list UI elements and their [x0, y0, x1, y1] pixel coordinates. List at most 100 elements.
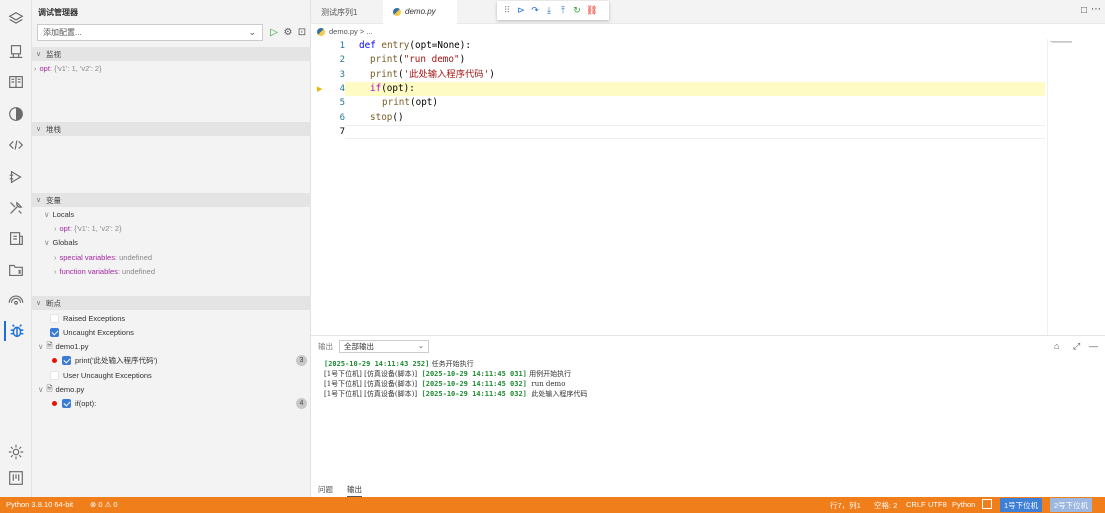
split-editor-icon[interactable]: □ — [1081, 5, 1087, 16]
special-variables-value: undefined — [119, 253, 153, 262]
output-channel-select[interactable]: 全部输出 ⌄ — [339, 340, 429, 353]
code-icon[interactable] — [6, 135, 26, 155]
layout-toggle-icon[interactable] — [982, 499, 992, 509]
user-uncaught-exceptions-row[interactable]: User Uncaught Exceptions — [50, 369, 152, 382]
breakpoint-file-demo[interactable]: ∨ 🗎 demo.py — [38, 383, 84, 396]
function-variables-key: function variables — [59, 267, 118, 276]
function-variables-row[interactable]: › function variables: undefined — [54, 265, 155, 278]
drag-handle-icon[interactable]: ⠿ — [502, 5, 512, 16]
layers-icon[interactable] — [6, 9, 26, 29]
breakpoint-2-checkbox[interactable] — [62, 399, 71, 408]
code-editor[interactable]: ▶ 1 2 3 4 5 6 7 def entry(opt=None): pri… — [311, 39, 1105, 335]
lock-icon[interactable]: ⌂ — [1054, 341, 1059, 351]
log-line-2: [1号下位机] [仿真设备(脚本)] [2025-10-29 14:11:45 … — [324, 370, 572, 378]
restart-icon[interactable]: ↻ — [572, 5, 582, 16]
problems-count[interactable]: ⊗ 0 ⚠ 0 — [90, 500, 118, 509]
log-line-3: [1号下位机] [仿真设备(脚本)] [2025-10-29 14:11:45 … — [324, 380, 566, 388]
uncaught-exceptions-row[interactable]: Uncaught Exceptions — [50, 326, 134, 339]
editor-tab-bar: 测试序列1 demo.py □ ⋯ — [311, 0, 1105, 24]
breakpoint-1-label: print('此处输入程序代码') — [75, 356, 158, 365]
step-into-icon[interactable]: ⤓ — [544, 5, 554, 16]
breakpoint-file-demo1[interactable]: ∨ 🗎 demo1.py — [38, 340, 88, 353]
folder-icon[interactable] — [6, 260, 26, 280]
minimize-icon[interactable]: — — [1089, 341, 1098, 351]
python-interpreter[interactable]: Python 3.8.10 64-bit — [6, 500, 73, 509]
device-1-button[interactable]: 1号下位机 — [1000, 498, 1043, 512]
settings-gear-icon[interactable] — [6, 442, 26, 462]
locals-scope[interactable]: ∨ Locals — [44, 208, 74, 221]
stack-section-header[interactable]: ∨ 堆栈 — [32, 122, 311, 136]
indentation[interactable]: 空格: 2 — [874, 500, 897, 511]
log-line-1: [2025-10-29 14:11:43 252] 任务开始执行 — [324, 360, 474, 368]
breadcrumb-file[interactable]: demo.py — [329, 27, 358, 36]
language-mode[interactable]: Python — [952, 500, 975, 509]
activity-bar — [0, 0, 32, 497]
breakpoints-section-header[interactable]: ∨ 断点 — [32, 296, 311, 310]
user-uncaught-checkbox[interactable] — [50, 371, 59, 380]
more-actions-icon[interactable]: ⋯ — [1091, 4, 1101, 15]
debug-toolbar: ⠿ ⊳ ↷ ⤓ ⤒ ↻ ⛓ — [497, 1, 609, 20]
chevron-right-icon: › — [54, 224, 57, 233]
breakpoint-dot-icon — [52, 358, 57, 363]
breakpoint-row-2[interactable]: if(opt): 4 — [52, 397, 311, 410]
chevron-down-icon: ⌄ — [417, 341, 424, 350]
start-debug-icon[interactable]: ▷ — [267, 25, 281, 39]
line-number: 6 — [339, 112, 345, 123]
tools-icon[interactable] — [6, 198, 26, 218]
launch-config-select[interactable]: 添加配置... ⌄ — [37, 24, 263, 41]
book-icon[interactable] — [6, 72, 26, 92]
watch-section-header[interactable]: ∨ 监视 — [32, 47, 311, 61]
raised-exceptions-checkbox[interactable] — [50, 314, 59, 323]
step-over-icon[interactable]: ↷ — [530, 5, 540, 16]
panel-tabs: 问题 输出 — [318, 484, 362, 497]
breadcrumb-rest[interactable]: > ... — [360, 27, 373, 36]
tab-problems[interactable]: 问题 — [318, 484, 333, 497]
contrast-icon[interactable] — [6, 104, 26, 124]
chevron-down-icon: ∨ — [36, 51, 42, 58]
tab-demo-py-label: demo.py — [405, 7, 436, 16]
disconnect-icon[interactable]: ⛓ — [586, 5, 597, 16]
uncaught-exceptions-checkbox[interactable] — [50, 328, 59, 337]
cursor-position[interactable]: 行7，列1 — [830, 500, 861, 511]
chevron-down-icon: ∨ — [44, 238, 50, 247]
minimap[interactable] — [1047, 39, 1104, 335]
watch-item[interactable]: › opt: {'v1': 1, 'v2': 2} — [34, 62, 102, 75]
code-line-5: print(opt) — [382, 97, 438, 109]
tab-output[interactable]: 输出 — [347, 484, 362, 497]
device-2-button[interactable]: 2号下位机 — [1050, 498, 1093, 512]
gear-icon[interactable]: ⚙ — [281, 25, 295, 39]
local-variable-row[interactable]: › opt: {'v1': 1, 'v2': 2} — [54, 222, 122, 235]
file-icon: 🗎 — [46, 341, 53, 350]
step-out-icon[interactable]: ⤒ — [558, 5, 568, 16]
output-channel-value: 全部输出 — [344, 342, 374, 351]
variables-section-header[interactable]: ∨ 变量 — [32, 193, 311, 207]
python-file-icon — [317, 27, 325, 36]
breakpoint-row-1[interactable]: print('此处输入程序代码') 3 — [52, 354, 311, 367]
terminal-icon[interactable]: ⊡ — [295, 25, 309, 39]
line-ending[interactable]: CRLF — [906, 500, 926, 509]
breakpoint-file2-label: demo.py — [55, 385, 85, 394]
user-install-icon[interactable] — [6, 42, 26, 62]
run-tests-icon[interactable] — [6, 167, 26, 187]
code-line-2: print("run demo") — [370, 54, 466, 66]
raised-exceptions-row[interactable]: Raised Exceptions — [50, 312, 125, 325]
maximize-icon[interactable]: ⤢ — [1073, 341, 1080, 352]
user-uncaught-label: User Uncaught Exceptions — [63, 371, 152, 380]
code-line-3: print('此处输入程序代码') — [370, 68, 495, 80]
watch-item-value: {'v1': 1, 'v2': 2} — [54, 64, 102, 73]
tab-test-sequence[interactable]: 测试序列1 — [311, 0, 367, 24]
broadcast-icon[interactable] — [6, 291, 26, 311]
tab-demo-py[interactable]: demo.py — [383, 0, 457, 24]
globals-scope[interactable]: ∨ Globals — [44, 236, 78, 249]
breakpoint-1-checkbox[interactable] — [62, 356, 71, 365]
current-execution-line-highlight — [345, 81, 1045, 97]
tab-test-sequence-label: 测试序列1 — [321, 7, 358, 17]
board-icon[interactable] — [6, 468, 26, 488]
special-variables-row[interactable]: › special variables: undefined — [54, 251, 152, 264]
code-line-4: if(opt): — [370, 82, 415, 94]
continue-icon[interactable]: ⊳ — [516, 5, 526, 16]
debug-icon[interactable] — [4, 321, 28, 341]
device-icon[interactable] — [6, 229, 26, 249]
line-number: 2 — [339, 55, 345, 66]
encoding[interactable]: UTF8 — [928, 500, 947, 509]
